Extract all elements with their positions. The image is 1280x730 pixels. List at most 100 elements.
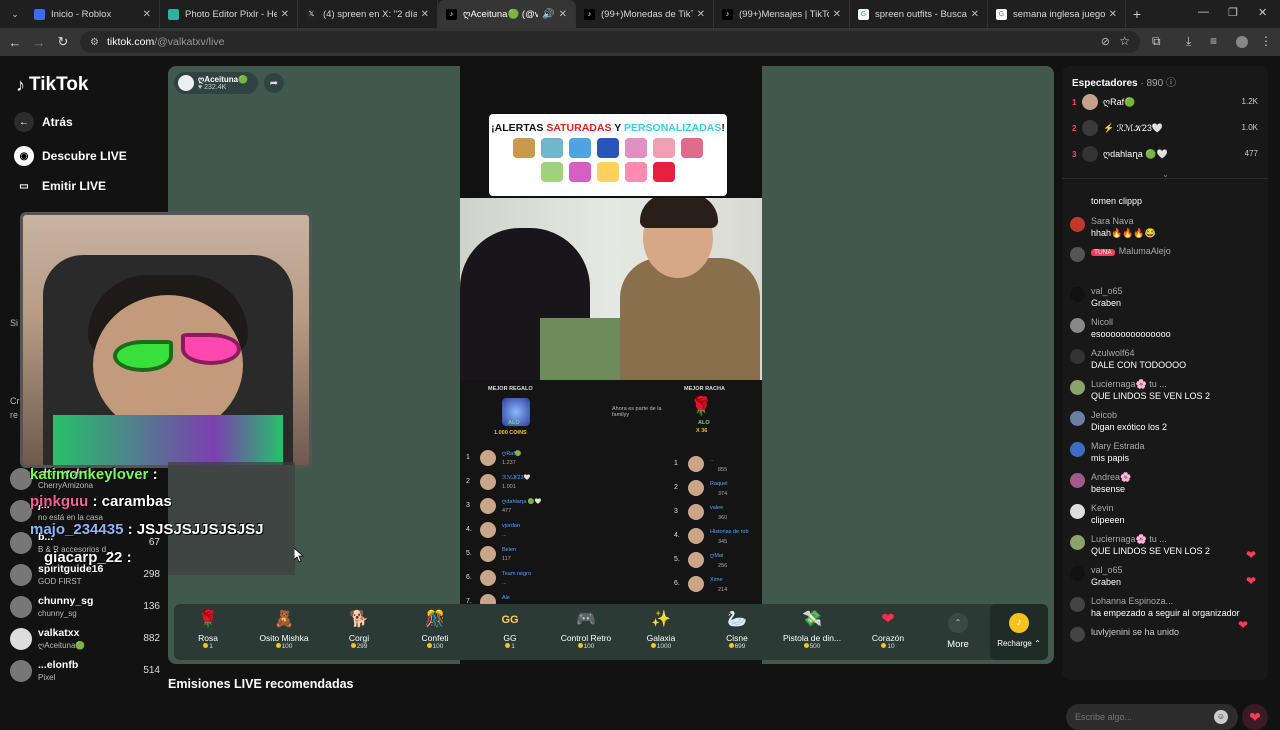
stream-video: ¡ALERTAS SATURADAS Y PERSONALIZADAS! MEJ…	[460, 66, 762, 664]
extensions-icon[interactable]: ⧉	[1152, 34, 1161, 49]
likes-count: ♥ 232.4K	[198, 84, 227, 91]
recharge-button[interactable]: ♪ Recharge ⌃	[990, 604, 1048, 660]
discover-live-link[interactable]: ◉ Descubre LIVE	[14, 146, 127, 166]
camera-blocked-icon[interactable]: ⊘	[1101, 35, 1110, 48]
gift-galaxia[interactable]: ✨ Galaxia 1000	[625, 604, 697, 660]
gift-bar: 🌹 Rosa 1 🧸 Osito Mishka 100 🐕 Corgi 299 🎊 Confe…	[174, 604, 1048, 660]
viewers-header[interactable]: Espectadores · 890 ⓘ	[1072, 74, 1176, 89]
avatar	[1070, 442, 1085, 457]
close-icon[interactable]: ✕	[833, 9, 841, 20]
close-icon[interactable]: ✕	[971, 9, 979, 20]
overlay-chat-line: majo_234435 : JSJSJSJJSJSJSJ	[30, 521, 264, 538]
new-tab-button[interactable]: +	[1126, 6, 1148, 22]
gift-heart-button[interactable]: ❤	[1242, 704, 1268, 730]
account-item[interactable]: spiritguide16 GOD FIRST 298	[10, 562, 160, 590]
gift-osito-mishka[interactable]: 🧸 Osito Mishka 100	[248, 604, 320, 660]
account-item[interactable]: chunny_sg chunny_sg 136	[10, 594, 160, 622]
confetti-icon: 🎊	[425, 611, 445, 628]
tiktok-logo[interactable]: ♪ TikTok	[16, 74, 88, 96]
follow-icon	[1070, 597, 1085, 612]
info-icon[interactable]: ⓘ	[1166, 78, 1176, 89]
gift-gg[interactable]: GG GG 1	[474, 604, 546, 660]
avatar	[10, 596, 32, 618]
speaker-icon[interactable]: 🔊	[542, 9, 554, 20]
minimize-icon[interactable]: —	[1198, 6, 1209, 18]
go-live-link[interactable]: ▭ Emitir LIVE	[14, 176, 106, 196]
gift-control-retro[interactable]: 🎮 Control Retro 100	[550, 604, 622, 660]
swan-icon: 🦢	[727, 611, 747, 628]
overlay-chat-background	[168, 462, 295, 575]
gift-pistola-de-dinero[interactable]: 💸 Pistola de din... 500	[776, 604, 848, 660]
close-icon[interactable]: ✕	[281, 9, 289, 20]
tab-roblox[interactable]: Inicio - Roblox ✕	[26, 0, 160, 28]
gamepad-icon: 🎮	[576, 611, 596, 628]
gift-confeti[interactable]: 🎊 Confeti 100	[399, 604, 471, 660]
tab-tiktok-coins[interactable]: ♪(99+)Monedas de TikTok✕	[576, 0, 714, 28]
site-info-icon[interactable]: ⚙	[90, 37, 99, 48]
tab-pixlr[interactable]: Photo Editor Pixlr - Herra✕	[160, 0, 298, 28]
host-badge[interactable]: ღAceituna🟢 ♥ 232.4K	[174, 72, 258, 94]
emoji-icon[interactable]: ☺	[1214, 710, 1228, 724]
gift-corazon[interactable]: ❤ Corazón 10	[852, 604, 924, 660]
close-icon[interactable]: ✕	[1109, 9, 1117, 20]
divider	[1062, 178, 1268, 179]
top-viewer[interactable]: 3 ღdahlaղa 🟢🤍 477	[1072, 144, 1258, 168]
avatar	[1070, 411, 1085, 426]
account-item[interactable]: ...elonfb Pixel 514	[10, 658, 160, 686]
media-control-icon[interactable]: ≡	[1210, 34, 1217, 48]
close-icon[interactable]: ✕	[559, 9, 567, 20]
gift-rosa[interactable]: 🌹 Rosa 1	[172, 604, 244, 660]
google-icon: G	[996, 8, 1007, 20]
tiktok-icon: ♪	[584, 8, 595, 20]
tab-search-icon[interactable]: ⌄	[4, 3, 26, 25]
back-link[interactable]: ← Atrás	[14, 112, 73, 132]
close-icon[interactable]: ✕	[421, 9, 429, 20]
address-bar: ← → ↻ ⚙ tiktok.com/@valkatxv/live ⊘ ☆ ⧉ …	[0, 28, 1280, 56]
url-field[interactable]: ⚙ tiktok.com/@valkatxv/live ⊘ ☆	[80, 31, 1140, 53]
close-icon[interactable]: ✕	[143, 9, 151, 20]
coin-icon: ♪	[1009, 613, 1029, 633]
google-icon: G	[858, 8, 869, 20]
tuna-badge: TUNA MalumaAlejo	[1091, 246, 1171, 256]
tab-tiktok-live[interactable]: ♪ღAceituna🟢 (@valk🔊✕	[438, 0, 576, 28]
reload-icon[interactable]: ↻	[51, 34, 75, 50]
avatar	[1070, 566, 1085, 581]
close-icon[interactable]: ✕	[697, 9, 705, 20]
roblox-icon	[34, 8, 45, 20]
share-icon[interactable]: ➦	[264, 73, 284, 93]
download-icon[interactable]: ⤓	[1186, 34, 1191, 49]
tab-google-semana[interactable]: Gsemana inglesa juego co✕	[988, 0, 1126, 28]
restore-icon[interactable]: ❐	[1228, 6, 1238, 19]
bookmark-star-icon[interactable]: ☆	[1119, 34, 1130, 48]
avatar	[480, 570, 496, 586]
tab-x[interactable]: 𝕏(4) spreen en X: "2 días pa✕	[298, 0, 438, 28]
menu-dots-icon[interactable]: ⋮	[1260, 34, 1272, 48]
window-close-icon[interactable]: ✕	[1258, 6, 1267, 19]
tab-google-outfits[interactable]: Gspreen outfits - Buscar co✕	[850, 0, 988, 28]
gift-corgi[interactable]: 🐕 Corgi 299	[323, 604, 395, 660]
avatar	[1070, 247, 1085, 262]
forward-arrow-icon[interactable]: →	[27, 35, 51, 50]
coin-icon	[650, 643, 656, 648]
account-item[interactable]: valkatxx ღAceituna🟢 882	[10, 626, 160, 654]
back-arrow-icon[interactable]: ←	[3, 35, 27, 50]
gift-cisne[interactable]: 🦢 Cisne 699	[701, 604, 773, 660]
top-viewer[interactable]: 1 ღRaf🟢 1.2K	[1072, 92, 1258, 116]
rose-icon: 🌹	[198, 611, 218, 628]
avatar	[480, 522, 496, 538]
coin-icon	[426, 643, 432, 648]
avatar	[10, 628, 32, 650]
avatar	[1070, 217, 1085, 232]
tab-tiktok-messages[interactable]: ♪ (99+)Mensajes | TikTok ✕	[714, 0, 850, 28]
overlay-chat-line: giacarp_22 :	[44, 549, 132, 566]
coin-icon	[803, 643, 809, 648]
recommended-heading: Emisiones LIVE recomendadas	[168, 677, 354, 691]
top-viewer[interactable]: 2 ⚡ ℛℳ𝒦23🤍 1.0K	[1072, 118, 1258, 142]
tab-bar: ⌄ Inicio - Roblox ✕ Photo Editor Pixlr - …	[0, 0, 1280, 28]
chat-panel: Espectadores · 890 ⓘ 1 ღRaf🟢 1.2K 2 ⚡ ℛℳ𝒦23…	[1062, 66, 1268, 680]
profile-avatar[interactable]	[1236, 36, 1248, 48]
more-gifts-button[interactable]: ⌃ More	[938, 604, 978, 660]
avatar	[1070, 287, 1085, 302]
chat-input[interactable]	[1066, 704, 1238, 730]
coin-icon	[577, 643, 583, 648]
